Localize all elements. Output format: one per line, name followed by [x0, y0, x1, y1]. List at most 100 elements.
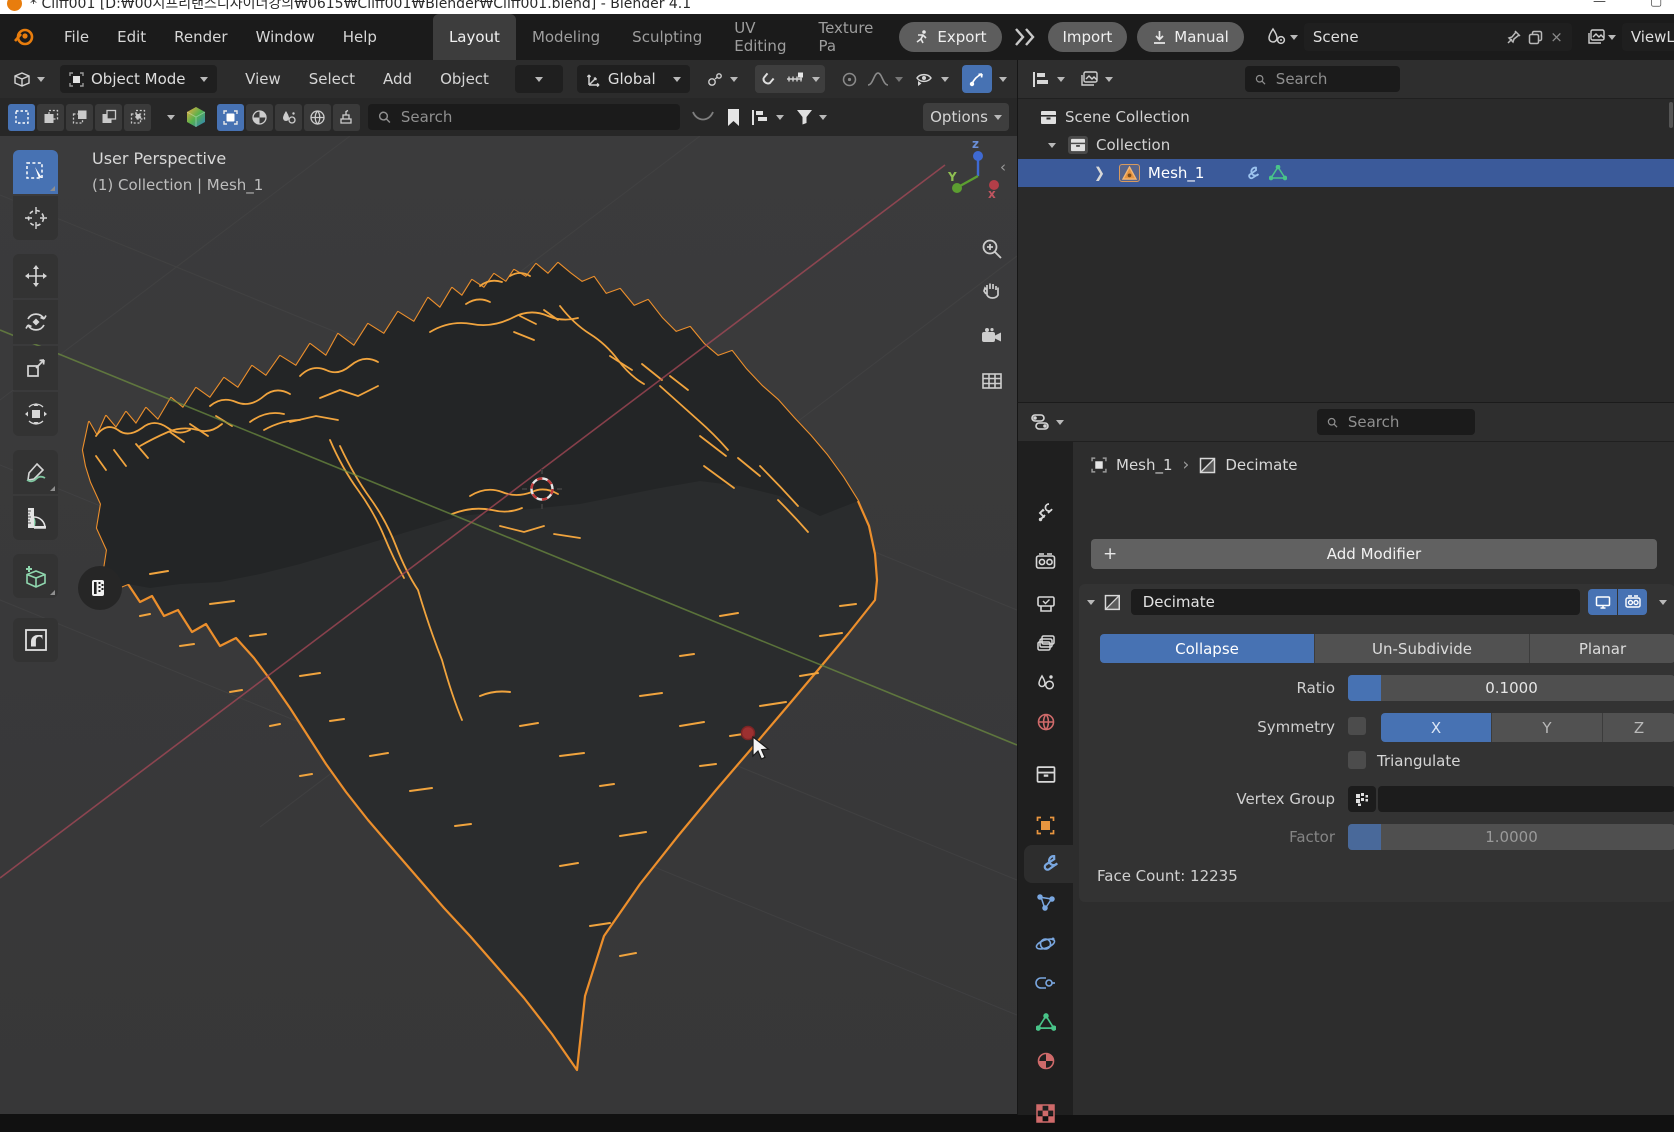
add-modifier-button[interactable]: + Add Modifier	[1091, 539, 1657, 569]
tab-collection-props[interactable]	[1018, 755, 1073, 793]
outliner-display-mode-button[interactable]	[1075, 65, 1117, 93]
vertex-group-field[interactable]	[1378, 786, 1674, 812]
tool-scale[interactable]	[13, 346, 58, 390]
tab-constraints[interactable]	[1018, 964, 1073, 1002]
outliner-search-field[interactable]	[1245, 66, 1400, 92]
import-button[interactable]: Import	[1048, 22, 1128, 52]
ortho-view-icon[interactable]	[975, 364, 1009, 398]
tab-material[interactable]	[1018, 1042, 1073, 1080]
menu-object[interactable]: Object	[426, 70, 503, 88]
viewport-3d[interactable]: Y z x User Perspective (1) Collection | …	[0, 136, 1017, 1114]
tab-texture-paint[interactable]: Texture Pa	[802, 14, 889, 60]
modifier-name-field[interactable]: Decimate	[1131, 589, 1580, 615]
breadcrumb-modifier[interactable]: Decimate	[1225, 456, 1297, 474]
minimize-button[interactable]: —	[1593, 0, 1606, 9]
duplicate-icon[interactable]	[1528, 30, 1543, 45]
modifier-wrench-icon[interactable]	[1244, 165, 1261, 182]
tool-move[interactable]	[13, 254, 58, 298]
mode-collapse[interactable]: Collapse	[1100, 634, 1315, 663]
manual-button[interactable]: Manual	[1137, 22, 1244, 52]
visibility-dropdown[interactable]	[908, 65, 956, 93]
breadcrumb-object[interactable]: Mesh_1	[1116, 456, 1173, 474]
tab-render[interactable]	[1018, 543, 1073, 581]
tool-measure[interactable]	[13, 496, 58, 540]
select-mode-intersect-button[interactable]	[124, 104, 151, 131]
proportional-falloff-dropdown[interactable]	[862, 65, 908, 93]
display-realtime-toggle[interactable]	[1588, 589, 1617, 615]
properties-search-input[interactable]	[1346, 412, 1465, 432]
tool-select-box[interactable]	[13, 150, 58, 194]
display-render-toggle[interactable]	[1618, 589, 1647, 615]
tab-texture[interactable]	[1018, 1094, 1073, 1132]
options-dropdown[interactable]: Options	[923, 103, 1009, 131]
select-mode-extend-button[interactable]	[37, 104, 64, 131]
tab-modifiers[interactable]	[1024, 845, 1073, 883]
tool-cursor[interactable]	[13, 196, 58, 240]
orientation-dropdown[interactable]: Global	[577, 65, 690, 93]
panel-collapse-arrow[interactable]: ‹	[1000, 158, 1006, 176]
tool-search-field[interactable]	[368, 104, 680, 130]
symmetry-checkbox[interactable]	[1348, 717, 1366, 735]
ratio-slider[interactable]: 0.1000	[1348, 675, 1674, 701]
tool-annotate[interactable]	[13, 450, 58, 494]
select-mode-set-button[interactable]	[8, 104, 35, 131]
camera-view-icon[interactable]	[975, 320, 1009, 354]
tab-object-props[interactable]	[1018, 806, 1073, 844]
tab-output[interactable]	[1018, 585, 1073, 623]
tool-transform[interactable]	[13, 392, 58, 436]
blender-menu-icon[interactable]	[12, 25, 36, 49]
material-preview-icon[interactable]	[185, 106, 207, 128]
tab-sculpting[interactable]: Sculpting	[616, 14, 718, 60]
menu-add[interactable]: Add	[369, 70, 426, 88]
mesh-expand-icon[interactable]: ❯	[1094, 165, 1105, 182]
viewlayer-browse-chevron-icon[interactable]	[1608, 35, 1616, 40]
viewport-popup-button[interactable]	[78, 566, 122, 610]
pin-icon[interactable]	[1506, 30, 1521, 45]
tab-world[interactable]	[1018, 703, 1073, 741]
outliner-search-input[interactable]	[1274, 69, 1390, 89]
gizmo-chevron-icon[interactable]	[999, 77, 1007, 82]
select-mode-invert-button[interactable]	[95, 104, 122, 131]
menu-edit[interactable]: Edit	[103, 28, 160, 46]
shading-material-button[interactable]	[246, 104, 273, 131]
tab-mesh-data[interactable]	[1018, 1003, 1073, 1041]
pivot-dropdown[interactable]	[700, 65, 745, 93]
export-button[interactable]: Export	[899, 22, 1001, 52]
viewlayer-browse-icon[interactable]	[1586, 28, 1606, 46]
factor-slider[interactable]: 1.0000	[1348, 824, 1674, 850]
outliner-editor-type-button[interactable]	[1028, 65, 1069, 93]
shading-preview-button[interactable]	[275, 104, 302, 131]
menu-file[interactable]: File	[50, 28, 103, 46]
shading-texture-button[interactable]	[333, 104, 360, 131]
falloff-pill-icon[interactable]	[686, 103, 720, 131]
mode-planar[interactable]: Planar	[1530, 634, 1674, 663]
bookmark-icon[interactable]	[726, 108, 741, 127]
tab-physics[interactable]	[1018, 925, 1073, 963]
scene-browse-icon[interactable]	[1266, 27, 1288, 47]
tab-view-layer[interactable]	[1018, 624, 1073, 662]
filter-dropdown[interactable]	[792, 103, 831, 131]
tab-particles[interactable]	[1018, 884, 1073, 922]
row-scene-collection[interactable]: Scene Collection	[1018, 103, 1674, 131]
outliner-scrollbar[interactable]	[1669, 102, 1673, 128]
tool-header-chevron-icon[interactable]	[167, 115, 175, 120]
zoom-view-icon[interactable]	[975, 232, 1009, 266]
collection-expand-icon[interactable]	[1048, 143, 1056, 148]
modifier-extras-chevron-icon[interactable]	[1659, 600, 1667, 605]
triangulate-checkbox[interactable]	[1348, 751, 1366, 769]
axis-z-button[interactable]: Z	[1603, 713, 1674, 742]
menu-window[interactable]: Window	[242, 28, 329, 46]
row-mesh-selected[interactable]: ❯ Mesh_1	[1018, 159, 1674, 187]
tool-extra[interactable]	[13, 618, 58, 662]
menu-view[interactable]: View	[231, 70, 295, 88]
axis-x-button[interactable]: X	[1381, 713, 1492, 742]
tab-layout[interactable]: Layout	[433, 14, 516, 60]
mode-unsubdivide[interactable]: Un-Subdivide	[1315, 634, 1530, 663]
snap-settings-dropdown[interactable]	[781, 65, 825, 93]
shading-rendered-button[interactable]	[304, 104, 331, 131]
shading-solid-button[interactable]	[217, 104, 244, 131]
maximize-button[interactable]: ▢	[1650, 0, 1662, 9]
gizmo-toggle[interactable]	[962, 65, 992, 93]
tab-tool[interactable]	[1018, 493, 1073, 531]
row-collection[interactable]: Collection	[1018, 131, 1674, 159]
